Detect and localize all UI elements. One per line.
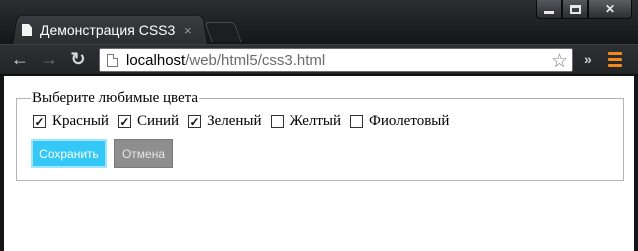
overflow-chevron-icon[interactable]: »: [584, 51, 592, 67]
color-option-label: Красный: [52, 113, 109, 129]
checkbox-unchecked[interactable]: [350, 115, 364, 128]
tab-title: Демонстрация CSS3: [40, 22, 176, 38]
forward-button[interactable]: →: [38, 48, 60, 70]
minimize-button[interactable]: [536, 0, 562, 19]
maximize-button[interactable]: [562, 0, 588, 19]
page-icon: [22, 24, 32, 36]
checkbox-checked[interactable]: ✓: [117, 115, 131, 128]
minimize-icon: [544, 10, 554, 14]
url-host: localhost: [126, 51, 186, 69]
color-option-label: Синий: [136, 113, 180, 129]
window-border-right: [634, 76, 638, 251]
url-text: localhost/web/html5/css3.html: [126, 52, 325, 69]
checkbox-checked[interactable]: ✓: [188, 115, 202, 128]
form-buttons: Сохранить Отмена: [31, 139, 623, 168]
tab-content: Демонстрация CSS3 ×: [22, 19, 202, 41]
cancel-button[interactable]: Отмена: [114, 139, 173, 168]
color-option[interactable]: ✓ Красный: [33, 113, 109, 130]
save-button[interactable]: Сохранить: [31, 139, 107, 168]
tab-close-button[interactable]: ×: [184, 23, 192, 38]
color-option-label: Зеленый: [207, 113, 262, 129]
maximize-icon: [569, 4, 581, 14]
address-bar[interactable]: localhost/web/html5/css3.html ☆: [99, 48, 573, 72]
color-option[interactable]: Желтый: [270, 113, 342, 130]
back-button[interactable]: ←: [9, 48, 31, 70]
color-options: ✓ Красный ✓ Синий ✓ Зеленый Желтый Фиолетовый: [33, 113, 623, 130]
reload-button[interactable]: ↻: [67, 48, 89, 70]
page-icon: [107, 53, 118, 67]
close-icon: ✕: [604, 2, 616, 16]
color-option[interactable]: ✓ Синий: [117, 113, 180, 130]
url-path: /web/html5/css3.html: [185, 51, 326, 69]
page-content: Выберите любимые цвета ✓ Красный ✓ Синий ✓ Зе…: [4, 76, 634, 251]
menu-icon[interactable]: [608, 52, 622, 67]
color-fieldset: Выберите любимые цвета ✓ Красный ✓ Синий ✓ Зе…: [16, 90, 624, 181]
color-option[interactable]: Фиолетовый: [350, 113, 449, 130]
close-window-button[interactable]: ✕: [588, 0, 632, 19]
checkbox-checked[interactable]: ✓: [33, 115, 46, 128]
color-option[interactable]: ✓ Зеленый: [188, 113, 262, 130]
checkbox-unchecked[interactable]: [270, 115, 284, 128]
fieldset-legend: Выберите любимые цвета: [32, 90, 199, 106]
window-controls: ✕: [536, 0, 632, 19]
color-option-label: Желтый: [289, 113, 342, 129]
color-option-label: Фиолетовый: [369, 113, 450, 129]
toolbar: ← → ↻ localhost/web/html5/css3.html ☆ »: [0, 44, 638, 75]
bookmark-star-icon[interactable]: ☆: [551, 50, 568, 73]
